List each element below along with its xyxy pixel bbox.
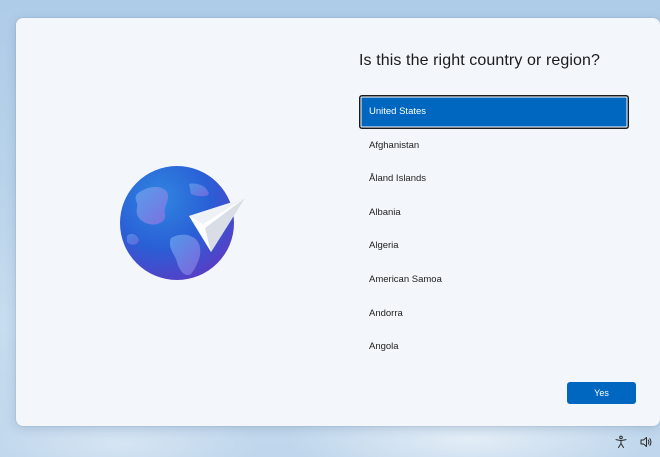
list-item-algeria[interactable]: Algeria (359, 229, 629, 263)
list-item-aland-islands[interactable]: Åland Islands (359, 162, 629, 196)
accessibility-icon[interactable] (614, 435, 628, 449)
list-item-angola[interactable]: Angola (359, 330, 629, 364)
globe-with-paper-plane-icon (120, 166, 245, 280)
list-item-afghanistan[interactable]: Afghanistan (359, 129, 629, 163)
list-item-american-samoa[interactable]: American Samoa (359, 263, 629, 297)
country-list[interactable]: United States Afghanistan Åland Islands … (359, 95, 629, 364)
volume-icon[interactable] (639, 435, 653, 449)
page-title: Is this the right country or region? (359, 52, 601, 69)
setup-panel: Is this the right country or region? Uni… (16, 18, 660, 426)
yes-button[interactable]: Yes (567, 382, 636, 404)
globe-illustration (119, 166, 267, 314)
list-item-united-states[interactable]: United States (359, 95, 629, 129)
list-item-andorra[interactable]: Andorra (359, 297, 629, 331)
list-item-albania[interactable]: Albania (359, 196, 629, 230)
